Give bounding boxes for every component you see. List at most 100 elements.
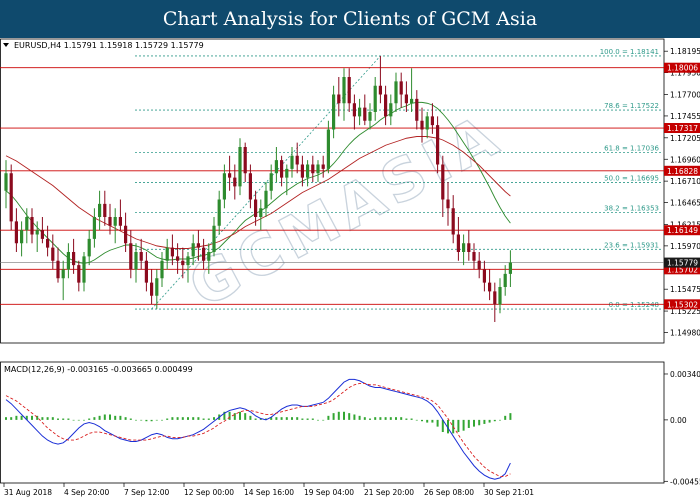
- macd-histogram-bar: [353, 414, 356, 420]
- candle-body: [311, 164, 315, 174]
- candle-body: [243, 147, 247, 174]
- candle-body: [124, 225, 128, 244]
- macd-histogram-bar: [400, 417, 403, 420]
- candle-body: [259, 208, 263, 217]
- candle-body: [144, 260, 148, 283]
- candle-body: [108, 217, 112, 226]
- candle-body: [482, 269, 486, 283]
- macd-histogram-bar: [462, 419, 465, 431]
- candle-body: [176, 256, 180, 261]
- candle-body: [498, 287, 502, 305]
- fib-level-label: 0.0 = 1.15248: [609, 301, 659, 309]
- time-axis-label: 21 Sep 20:00: [364, 488, 414, 497]
- macd-histogram-bar: [114, 415, 117, 420]
- fib-level-label: 100.0 = 1.18141: [600, 48, 659, 56]
- candle-body: [332, 94, 336, 130]
- candle-body: [238, 147, 242, 187]
- macd-histogram-bar: [57, 418, 59, 420]
- macd-histogram-bar: [124, 417, 127, 420]
- candle-body: [373, 85, 377, 112]
- macd-panel: 0.003403 0.00 -0.004554: [0, 361, 700, 486]
- gcm-watermark: GCMASIA: [178, 99, 514, 321]
- candle-body: [441, 164, 445, 200]
- macd-histogram-bar: [280, 417, 283, 420]
- macd-histogram-bar: [431, 419, 434, 423]
- price-axis-label: 1.16710: [670, 177, 700, 186]
- candle-body: [337, 94, 341, 104]
- candle-body: [139, 252, 143, 261]
- candle-body: [196, 243, 200, 248]
- candle-body: [285, 168, 289, 178]
- macd-histogram-bar: [374, 417, 377, 420]
- candle-body: [342, 77, 346, 104]
- macd-histogram-bar: [322, 419, 325, 421]
- candle-body: [165, 247, 169, 261]
- macd-histogram-bar: [405, 418, 408, 420]
- sr-price-label: 1.16828: [667, 167, 698, 176]
- current-price-label: 1.15779: [667, 259, 698, 268]
- chart-banner-title: Chart Analysis for Clients of GCM Asia: [0, 0, 700, 38]
- sr-price-label: 1.16149: [667, 226, 698, 235]
- macd-histogram-bar: [306, 418, 309, 420]
- trading-chart: GCMASIA 1.181951.179501.177001.174551.17…: [0, 38, 700, 497]
- macd-histogram-bar: [369, 418, 371, 420]
- candle-body: [378, 85, 382, 95]
- fib-level-label: 38.2 = 1.16353: [604, 204, 659, 212]
- candle-body: [508, 262, 512, 274]
- macd-histogram-bar: [493, 419, 496, 422]
- candle-body: [430, 116, 434, 126]
- candle-body: [233, 177, 237, 187]
- candle-body: [191, 243, 195, 257]
- candle-body: [446, 199, 450, 209]
- macd-histogram-bar: [176, 417, 179, 420]
- macd-histogram-bar: [228, 411, 231, 420]
- macd-histogram-bar: [88, 418, 91, 420]
- candle-body: [92, 217, 96, 239]
- macd-axis-label: 0.003403: [670, 370, 700, 379]
- candle-body: [170, 247, 174, 257]
- macd-histogram-bar: [187, 417, 189, 420]
- time-axis-label: 14 Sep 16:00: [244, 488, 294, 497]
- macd-histogram-bar: [311, 418, 314, 420]
- candle-body: [61, 269, 65, 279]
- macd-histogram-bar: [129, 418, 132, 420]
- macd-histogram-bar: [98, 415, 101, 420]
- candle-body: [4, 173, 8, 191]
- macd-histogram-bar: [10, 417, 13, 420]
- macd-histogram-bar: [249, 415, 252, 420]
- price-axis-label: 1.17700: [670, 91, 700, 100]
- candle-body: [488, 282, 492, 292]
- candle-body: [228, 173, 232, 178]
- candle-body: [280, 160, 284, 178]
- price-axis-label: 1.16465: [670, 199, 700, 208]
- macd-histogram-bar: [213, 417, 215, 420]
- candle-body: [462, 243, 466, 252]
- macd-histogram-bar: [296, 417, 299, 420]
- candle-body: [66, 252, 70, 270]
- macd-histogram-bar: [20, 415, 23, 420]
- macd-histogram-bar: [233, 413, 236, 420]
- candle-body: [493, 291, 497, 305]
- candle-body: [134, 252, 138, 270]
- candle-body: [394, 81, 398, 104]
- macd-histogram-bar: [31, 415, 33, 420]
- panel-menu-icon[interactable]: [3, 43, 9, 47]
- candle-body: [451, 208, 455, 235]
- macd-histogram-bar: [192, 417, 195, 420]
- macd-histogram-bar: [488, 419, 491, 423]
- macd-histogram-bar: [426, 419, 429, 423]
- candle-body: [35, 230, 39, 235]
- price-axis-label: 1.18195: [670, 47, 700, 56]
- macd-histogram-bar: [415, 419, 418, 421]
- candle-body: [326, 129, 330, 169]
- macd-histogram-bar: [358, 415, 361, 420]
- macd-histogram-bar: [285, 417, 288, 420]
- candle-body: [118, 217, 122, 226]
- macd-histogram-bar: [181, 417, 184, 420]
- candle-body: [264, 190, 268, 209]
- price-panel-title: EURUSD,H4 1.15791 1.15918 1.15729 1.1577…: [14, 41, 204, 50]
- time-axis-label: 4 Sep 20:00: [64, 488, 110, 497]
- candle-body: [295, 155, 299, 165]
- fib-level-label: 61.8 = 1.17036: [604, 145, 659, 153]
- time-axis-label: 31 Aug 2018: [4, 488, 52, 497]
